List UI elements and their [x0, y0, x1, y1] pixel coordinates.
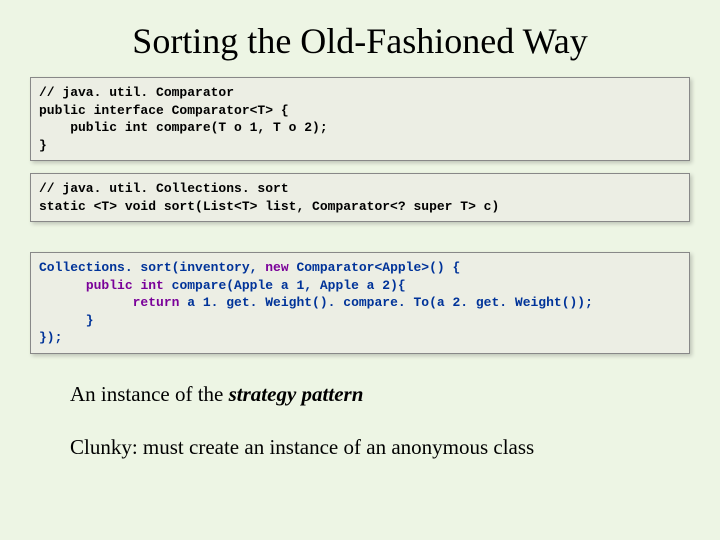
bullet-clunky: Clunky: must create an instance of an an…	[70, 435, 690, 460]
slide-title: Sorting the Old-Fashioned Way	[30, 20, 690, 62]
code-block-collections-sort: // java. util. Collections. sort static …	[30, 173, 690, 222]
bullet-strategy-pattern: An instance of the strategy pattern	[70, 382, 690, 407]
code-block-example: Collections. sort(inventory, new Compara…	[30, 252, 690, 354]
code-block-comparator: // java. util. Comparator public interfa…	[30, 77, 690, 161]
